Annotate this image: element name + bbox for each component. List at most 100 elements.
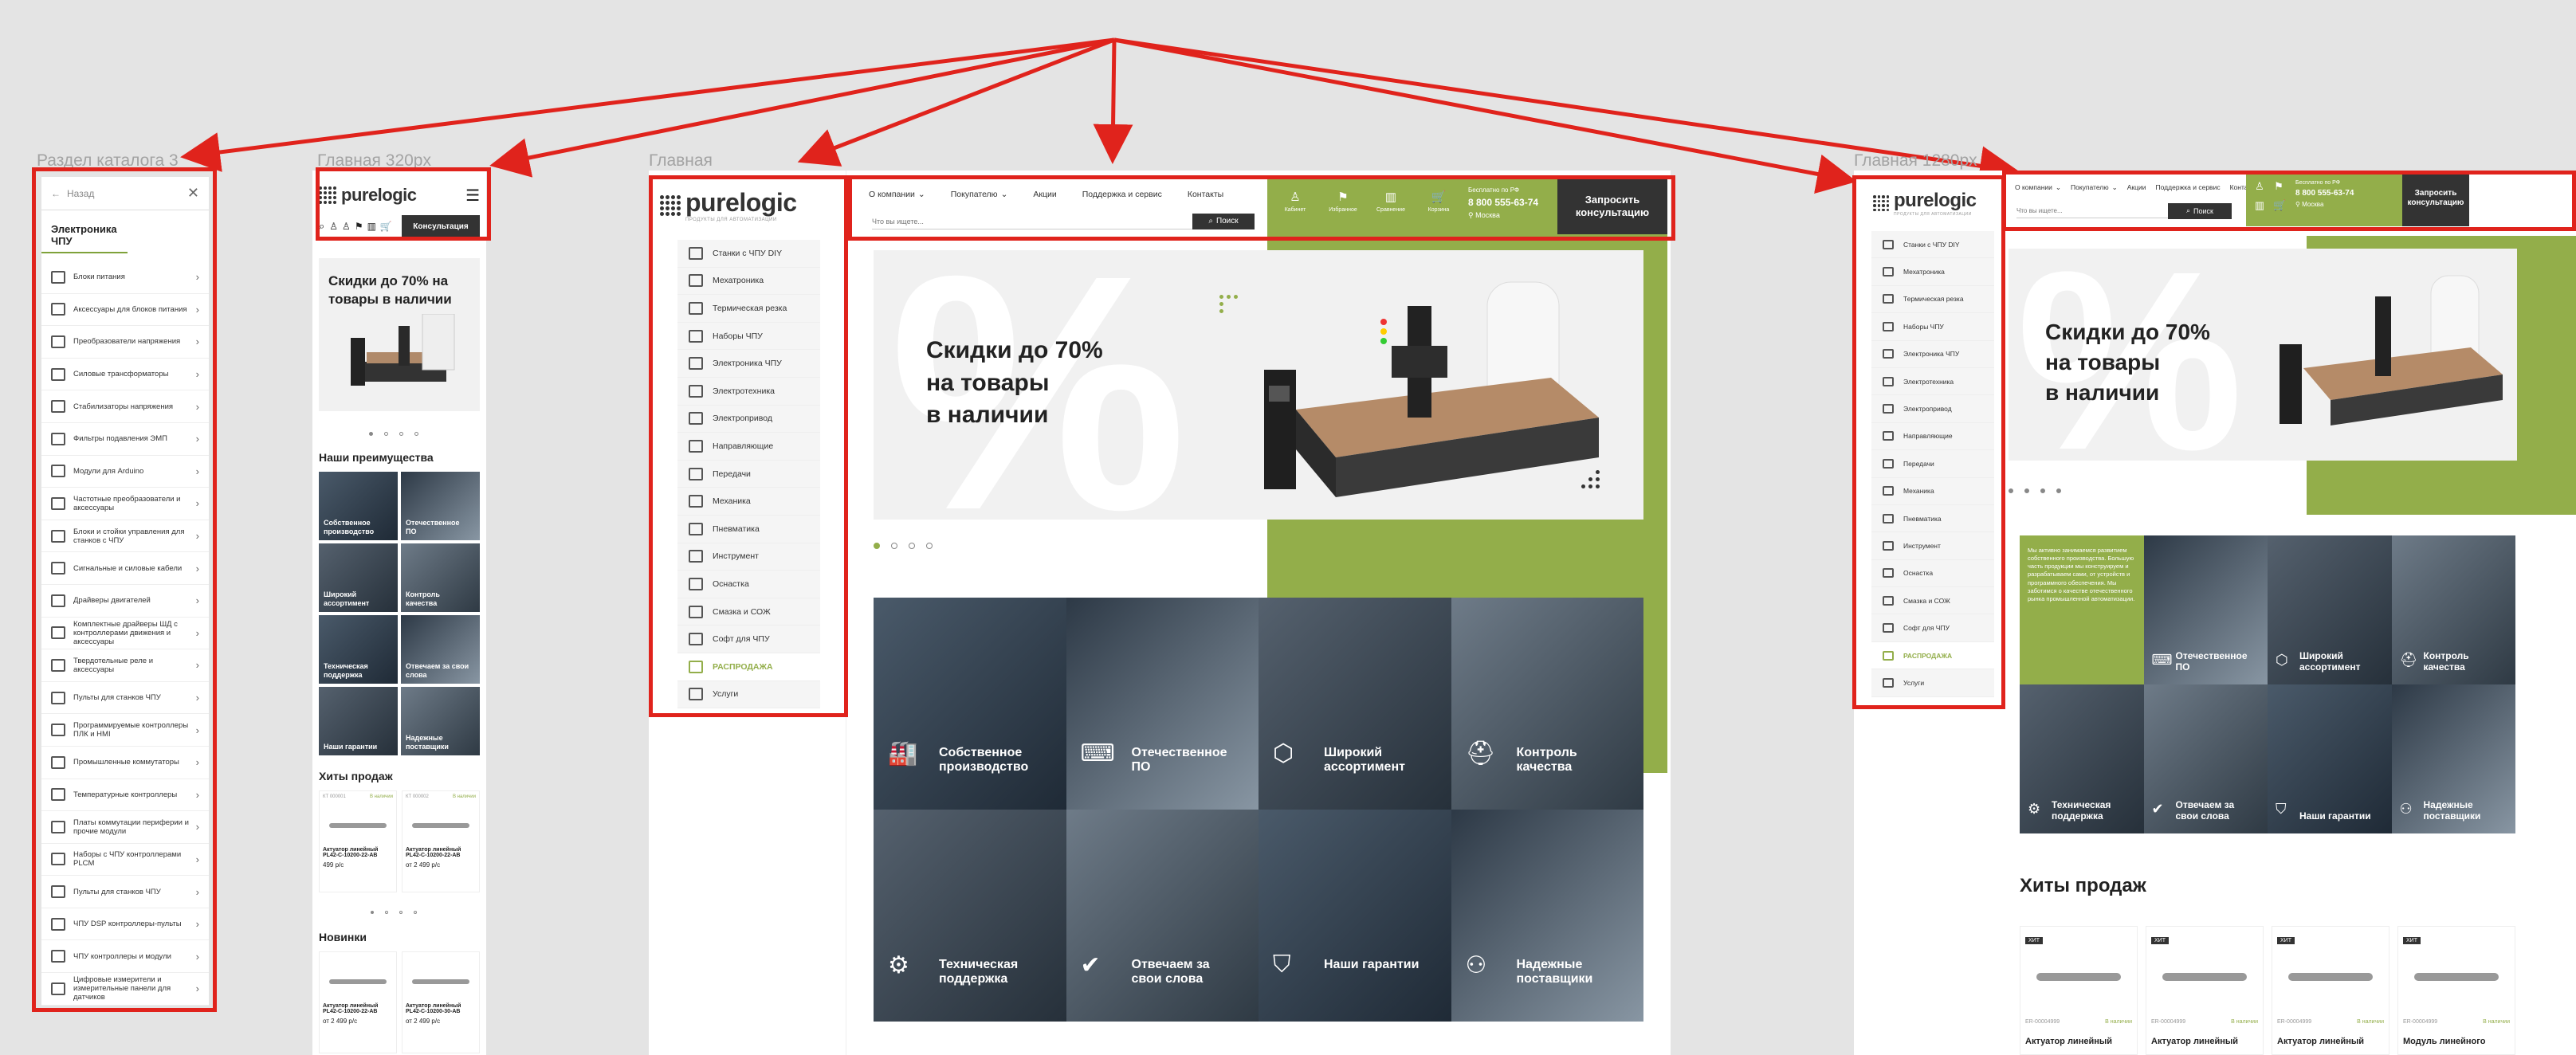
product-card[interactable]: ХИТ ER-00004999 В наличии Актуатор линейный: [2146, 926, 2264, 1055]
desktop-logo[interactable]: purelogic ПРОДУКТЫ ДЛЯ АВТОМАТИЗАЦИИ: [649, 171, 846, 235]
mobile-hero[interactable]: Скидки до 70% на товары в наличии: [319, 258, 480, 411]
nav-link[interactable]: О компании ⌄: [2015, 183, 2061, 192]
product-card[interactable]: Актуатор линейный PL42-C-10200-22-AB от 2…: [319, 951, 397, 1053]
menu-item[interactable]: Услуги: [677, 681, 820, 709]
user-icon[interactable]: ♙: [329, 221, 338, 232]
menu-item[interactable]: Электропривод: [1871, 395, 1994, 423]
advantage-tile[interactable]: ⌨ Отечественное ПО: [2143, 535, 2268, 684]
close-icon[interactable]: ✕: [187, 185, 199, 202]
search-input[interactable]: [872, 217, 1192, 226]
menu-item[interactable]: Смазка и СОЖ: [1871, 587, 1994, 615]
logo-1280[interactable]: purelogic ПРОДУКТЫ ДЛЯ АВТОМАТИЗАЦИИ: [1854, 171, 2002, 228]
nav-link[interactable]: Покупателю ⌄: [2071, 183, 2118, 192]
menu-item[interactable]: Направляющие: [677, 433, 820, 461]
phone-number[interactable]: 8 800 555-63-74: [1468, 197, 1538, 208]
catalog-item[interactable]: Твердотельные реле и аксессуары ›: [41, 649, 209, 682]
nav-link[interactable]: О компании ⌄: [869, 190, 925, 199]
advantage-tile[interactable]: ⛑ Контроль качества: [1451, 598, 1643, 810]
logo-text[interactable]: purelogic: [341, 185, 417, 206]
menu-item[interactable]: Инструмент: [677, 543, 820, 571]
advantage-tile[interactable]: ⛉ Наши гарантии: [2268, 684, 2392, 833]
menu-item[interactable]: Электроника ЧПУ: [677, 350, 820, 378]
back-arrow-icon[interactable]: ←: [51, 188, 61, 199]
city-selector[interactable]: ⚲ Москва: [1468, 211, 1538, 220]
favorites-icon[interactable]: ⚑: [2273, 180, 2284, 193]
advantage-tile[interactable]: Надежные поставщики: [401, 687, 480, 755]
hero-slider-dots[interactable]: [874, 539, 944, 553]
advantage-tile[interactable]: ⬡ Широкий ассортимент: [1259, 598, 1451, 810]
product-card[interactable]: ХИТ ER-00004999 В наличии Актуатор линейный: [2020, 926, 2138, 1055]
catalog-item[interactable]: Фильтры подавления ЭМП ›: [41, 423, 209, 456]
menu-item[interactable]: Софт для ЧПУ: [677, 626, 820, 653]
menu-icon[interactable]: ☰: [465, 186, 480, 206]
menu-item[interactable]: Электротехника: [677, 378, 820, 406]
menu-item[interactable]: Инструмент: [1871, 532, 1994, 560]
menu-item[interactable]: Оснастка: [677, 571, 820, 598]
hits-dots[interactable]: [312, 904, 486, 918]
advantage-tile[interactable]: Отечественное ПО: [401, 472, 480, 540]
search-button[interactable]: ⌕ Поиск: [1192, 213, 1255, 229]
menu-item[interactable]: Софт для ЧПУ: [1871, 614, 1994, 642]
menu-item[interactable]: Мехатроника: [677, 268, 820, 296]
header-icon-button[interactable]: ▥ Сравнение: [1371, 190, 1411, 213]
advantage-tile[interactable]: ⛉ Наши гарантии: [1259, 810, 1451, 1022]
hero-1280[interactable]: % Скидки до 70% на товары в наличии: [2009, 249, 2517, 461]
menu-item[interactable]: Передачи: [677, 461, 820, 488]
back-link[interactable]: Назад: [67, 188, 94, 199]
header-icon-button[interactable]: 🛒 Корзина: [1419, 190, 1459, 213]
catalog-item[interactable]: Стабилизаторы напряжения ›: [41, 390, 209, 423]
catalog-item[interactable]: Блоки и стойки управления для станков с …: [41, 520, 209, 553]
catalog-item[interactable]: Температурные контроллеры ›: [41, 779, 209, 812]
catalog-item[interactable]: Силовые трансформаторы ›: [41, 359, 209, 391]
city-selector[interactable]: ⚲ Москва: [2295, 201, 2354, 208]
search-button[interactable]: ⌕ Поиск: [2168, 202, 2232, 219]
advantage-tile[interactable]: ⚇ Надежные поставщики: [2391, 684, 2515, 833]
advantage-tile[interactable]: ⚙ Техническая поддержка: [2020, 684, 2144, 833]
catalog-item[interactable]: Модули для Arduino ›: [41, 456, 209, 488]
menu-item[interactable]: Электропривод: [677, 406, 820, 433]
advantage-tile[interactable]: ✔ Отвечаем за свои слова: [2143, 684, 2268, 833]
advantage-tile[interactable]: ⚙ Техническая поддержка: [874, 810, 1066, 1022]
request-consult-button[interactable]: Запросить консультацию: [1557, 178, 1667, 234]
hero-banner[interactable]: % Скидки до 70% на товары в наличии: [874, 250, 1643, 520]
menu-item[interactable]: Направляющие: [1871, 423, 1994, 451]
advantage-tile[interactable]: ⛑ Контроль качества: [2391, 535, 2515, 684]
catalog-item[interactable]: Пульты для станков ЧПУ ›: [41, 876, 209, 908]
compare-icon[interactable]: ▥: [367, 221, 376, 232]
menu-item[interactable]: Смазка и СОЖ: [677, 598, 820, 626]
compare-icon[interactable]: ▥: [2254, 199, 2265, 212]
catalog-item[interactable]: ЧПУ контроллеры и модули ›: [41, 940, 209, 974]
catalog-item[interactable]: Платы коммутации периферии и прочие моду…: [41, 811, 209, 844]
nav-link[interactable]: Поддержка и сервис: [2156, 183, 2221, 191]
menu-item[interactable]: РАСПРОДАЖА: [1871, 641, 1994, 670]
catalog-item[interactable]: Наборы с ЧПУ контроллерами PLCM ›: [41, 844, 209, 877]
advantage-tile[interactable]: Широкий ассортимент: [319, 543, 398, 612]
catalog-item[interactable]: Пульты для станков ЧПУ ›: [41, 682, 209, 715]
advantage-tile[interactable]: ✔ Отвечаем за свои слова: [1066, 810, 1259, 1022]
menu-item[interactable]: Станки с ЧПУ DIY: [1871, 231, 1994, 259]
catalog-item[interactable]: ЧПУ DSP контроллеры-пульты ›: [41, 908, 209, 941]
catalog-item[interactable]: Драйверы двигателей ›: [41, 585, 209, 618]
header-icon-button[interactable]: ♙ Кабинет: [1275, 190, 1315, 213]
hero-dots-1280[interactable]: [2009, 483, 2072, 497]
product-card[interactable]: ХИТ ER-00004999 В наличии Модуль линейного: [2397, 926, 2515, 1055]
menu-item[interactable]: Станки с ЧПУ DIY: [677, 240, 820, 268]
user-icon[interactable]: ♙: [2254, 180, 2265, 193]
catalog-item[interactable]: Цифровые измерители и измерительные пане…: [41, 973, 209, 1006]
search-icon[interactable]: ⌕: [319, 220, 324, 233]
mobile-slider-dots[interactable]: [312, 426, 486, 440]
catalog-item[interactable]: Блоки питания ›: [41, 261, 209, 294]
menu-item[interactable]: Услуги: [1871, 669, 1994, 697]
advantage-tile[interactable]: Техническая поддержка: [319, 615, 398, 684]
nav-link[interactable]: Контакты: [1188, 190, 1223, 199]
advantage-tile[interactable]: ⬡ Широкий ассортимент: [2268, 535, 2392, 684]
menu-item[interactable]: Наборы ЧПУ: [1871, 313, 1994, 341]
user-icon-2[interactable]: ♙: [342, 221, 351, 232]
menu-item[interactable]: Пневматика: [1871, 505, 1994, 533]
menu-item[interactable]: Механика: [1871, 478, 1994, 505]
advantage-tile[interactable]: ⚇ Надежные поставщики: [1451, 810, 1643, 1022]
cart-icon[interactable]: 🛒: [380, 221, 392, 232]
request-consult-button[interactable]: Запросить консультацию: [2402, 171, 2469, 226]
nav-link[interactable]: Поддержка и сервис: [1082, 190, 1162, 199]
menu-item[interactable]: Термическая резка: [677, 295, 820, 323]
